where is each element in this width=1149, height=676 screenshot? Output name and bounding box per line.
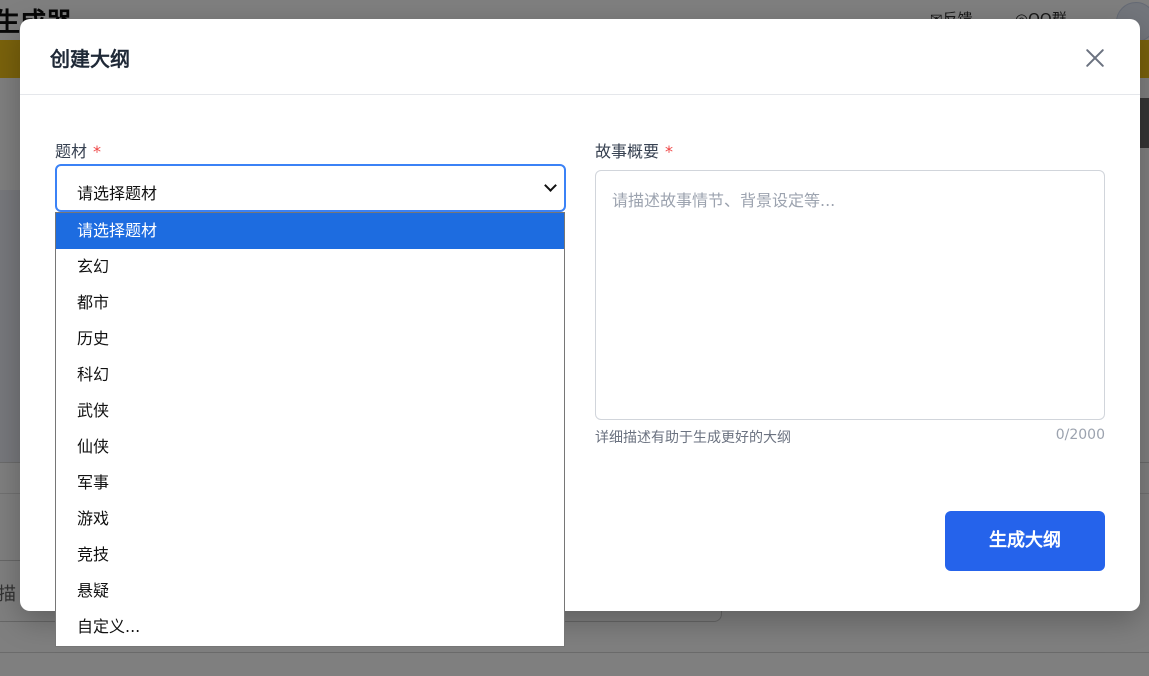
summary-placeholder: 请描述故事情节、背景设定等... (612, 191, 836, 210)
close-icon[interactable] (1082, 45, 1108, 71)
genre-select-value: 请选择题材 (77, 184, 158, 203)
genre-select[interactable]: 请选择题材 (55, 164, 566, 212)
modal-title: 创建大纲 (50, 47, 130, 71)
required-mark: * (93, 142, 102, 161)
genre-option[interactable]: 竞技 (56, 537, 564, 573)
summary-textarea[interactable]: 请描述故事情节、背景设定等... (595, 170, 1105, 420)
genre-option[interactable]: 军事 (56, 465, 564, 501)
genre-option[interactable]: 玄幻 (56, 249, 564, 285)
genre-option[interactable]: 自定义... (56, 609, 564, 645)
summary-label: 故事概要 * (595, 138, 673, 162)
required-mark: * (665, 142, 674, 161)
genre-option[interactable]: 历史 (56, 321, 564, 357)
chevron-down-icon (546, 184, 556, 194)
genre-option[interactable]: 请选择题材 (56, 213, 564, 249)
genre-label: 题材 * (55, 138, 101, 162)
genre-option[interactable]: 悬疑 (56, 573, 564, 609)
genre-option[interactable]: 科幻 (56, 357, 564, 393)
genre-dropdown-list: 请选择题材 玄幻 都市 历史 科幻 武侠 仙侠 军事 游戏 竞技 悬疑 自定义.… (55, 212, 565, 647)
modal-header: 创建大纲 (20, 19, 1140, 95)
generate-outline-button[interactable]: 生成大纲 (945, 511, 1105, 571)
genre-option[interactable]: 武侠 (56, 393, 564, 429)
genre-option[interactable]: 仙侠 (56, 429, 564, 465)
summary-char-count: 0/2000 (1055, 427, 1105, 443)
summary-label-text: 故事概要 (595, 142, 660, 161)
summary-hint: 详细描述有助于生成更好的大纲 (595, 430, 791, 446)
genre-option[interactable]: 都市 (56, 285, 564, 321)
genre-option[interactable]: 游戏 (56, 501, 564, 537)
genre-label-text: 题材 (55, 142, 88, 161)
